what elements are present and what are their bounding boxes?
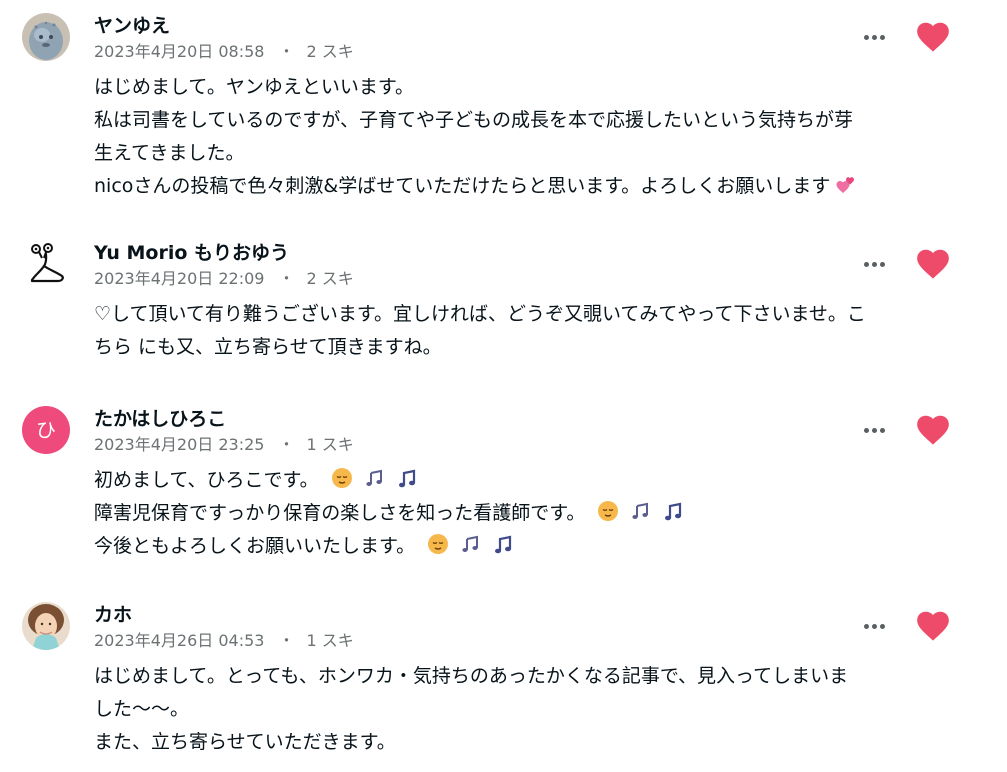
more-options-button[interactable] [858, 418, 890, 442]
comment-body: ♡して頂いて有り難うございます。宜しければ、どうぞ又覗いてみてやって下さいませ。… [94, 298, 964, 364]
comment-line: 障害児保育ですっかり保育の楽しさを知った看護師です。 [94, 502, 586, 524]
meta-separator: ・ [278, 435, 295, 454]
comment-date: 2023年4月20日 22:09 [94, 269, 265, 288]
comment-author-name[interactable]: ヤンゆえ [94, 13, 170, 39]
like-heart-icon[interactable] [914, 411, 952, 449]
user-avatar[interactable]: ひ [22, 406, 70, 454]
notes-icon [632, 502, 649, 519]
comment-line: nicoさんの投稿で色々刺激&学ばせていただけたらと思います。よろしくお願いしま… [94, 175, 831, 197]
like-count[interactable]: 2 スキ [306, 42, 353, 61]
user-avatar[interactable] [22, 13, 70, 61]
comment-date: 2023年4月26日 04:53 [94, 631, 265, 650]
comment-meta: 2023年4月20日 22:09 ・ 2 スキ [94, 268, 354, 290]
like-heart-icon[interactable] [914, 607, 952, 645]
stone-figure-avatar-icon [22, 13, 70, 61]
relieved-face-icon [428, 534, 449, 554]
relieved-face-icon [331, 468, 352, 488]
comment-line-with-emoji: 障害児保育ですっかり保育の楽しさを知った看護師です。 [94, 497, 964, 530]
comment-line: 今後ともよろしくお願いいたします。 [94, 535, 416, 557]
comment-body: 初めまして、ひろこです。 障害児保育ですっかり保育の楽しさを知った看護師です。 … [94, 464, 964, 563]
comment-date: 2023年4月20日 23:25 [94, 435, 265, 454]
comment-author-name[interactable]: Yu Morio もりおゆう [94, 240, 289, 266]
avatar-initial: ひ [36, 418, 56, 442]
comment-line: 私は司書をしているのですが、子育てや子どもの成長を本で応援したいという気持ちが芽 [94, 109, 854, 131]
comment-line: 初めまして、ひろこです。 [94, 469, 319, 491]
comment-author-name[interactable]: たかはしひろこ [94, 406, 226, 432]
meta-separator: ・ [278, 269, 295, 288]
comment-meta: 2023年4月26日 04:53 ・ 1 スキ [94, 630, 354, 652]
like-count[interactable]: 2 スキ [306, 269, 353, 288]
notes-icon [462, 535, 479, 552]
user-avatar[interactable] [22, 602, 70, 650]
woman-photo-avatar-icon [22, 602, 70, 650]
comment-body: はじめまして。ヤンゆえといいます。 私は司書をしているのですが、子育てや子どもの… [94, 71, 964, 203]
notes-icon [366, 469, 382, 486]
meta-separator: ・ [278, 631, 295, 650]
comment-line-with-emoji: nicoさんの投稿で色々刺激&学ばせていただけたらと思います。よろしくお願いしま… [94, 170, 964, 203]
music-note-icon [495, 535, 512, 554]
comment-line-with-emoji: 今後ともよろしくお願いいたします。 [94, 530, 964, 563]
music-note-icon [665, 502, 682, 521]
two-hearts-icon [836, 177, 855, 193]
comment-line: 生えてきました。 [94, 142, 245, 164]
like-count[interactable]: 1 スキ [306, 435, 353, 454]
comment-line: はじめまして。ヤンゆえといいます。 [94, 76, 414, 98]
more-options-button[interactable] [858, 25, 890, 49]
snail-sketch-avatar-icon [22, 240, 70, 288]
meta-separator: ・ [278, 42, 295, 61]
user-avatar[interactable] [22, 240, 70, 288]
comment-meta: 2023年4月20日 23:25 ・ 1 スキ [94, 434, 354, 456]
comment-meta: 2023年4月20日 08:58 ・ 2 スキ [94, 41, 354, 63]
relieved-face-icon [598, 501, 619, 521]
comment-line: また、立ち寄らせていただきます。 [94, 731, 396, 753]
more-options-button[interactable] [858, 252, 890, 276]
like-heart-icon[interactable] [914, 18, 952, 56]
music-note-icon [398, 469, 415, 488]
comment-body: はじめまして。とっても、ホンワカ・気持ちのあったかくなる記事で、見入ってしまいま… [94, 660, 964, 759]
comment-line: した〜〜。 [94, 698, 190, 720]
like-count[interactable]: 1 スキ [306, 631, 353, 650]
more-options-button[interactable] [858, 614, 890, 638]
comment-date: 2023年4月20日 08:58 [94, 42, 265, 61]
comment-author-name[interactable]: カホ [94, 602, 132, 628]
comment-line: はじめまして。とっても、ホンワカ・気持ちのあったかくなる記事で、見入ってしまいま [94, 665, 849, 687]
comment-line: ちら にも又、立ち寄らせて頂きますね。 [94, 336, 442, 358]
comment-line-with-emoji: 初めまして、ひろこです。 [94, 464, 964, 497]
comment-line: ♡して頂いて有り難うございます。宜しければ、どうぞ又覗いてみてやって下さいませ。… [94, 303, 866, 325]
like-heart-icon[interactable] [914, 245, 952, 283]
